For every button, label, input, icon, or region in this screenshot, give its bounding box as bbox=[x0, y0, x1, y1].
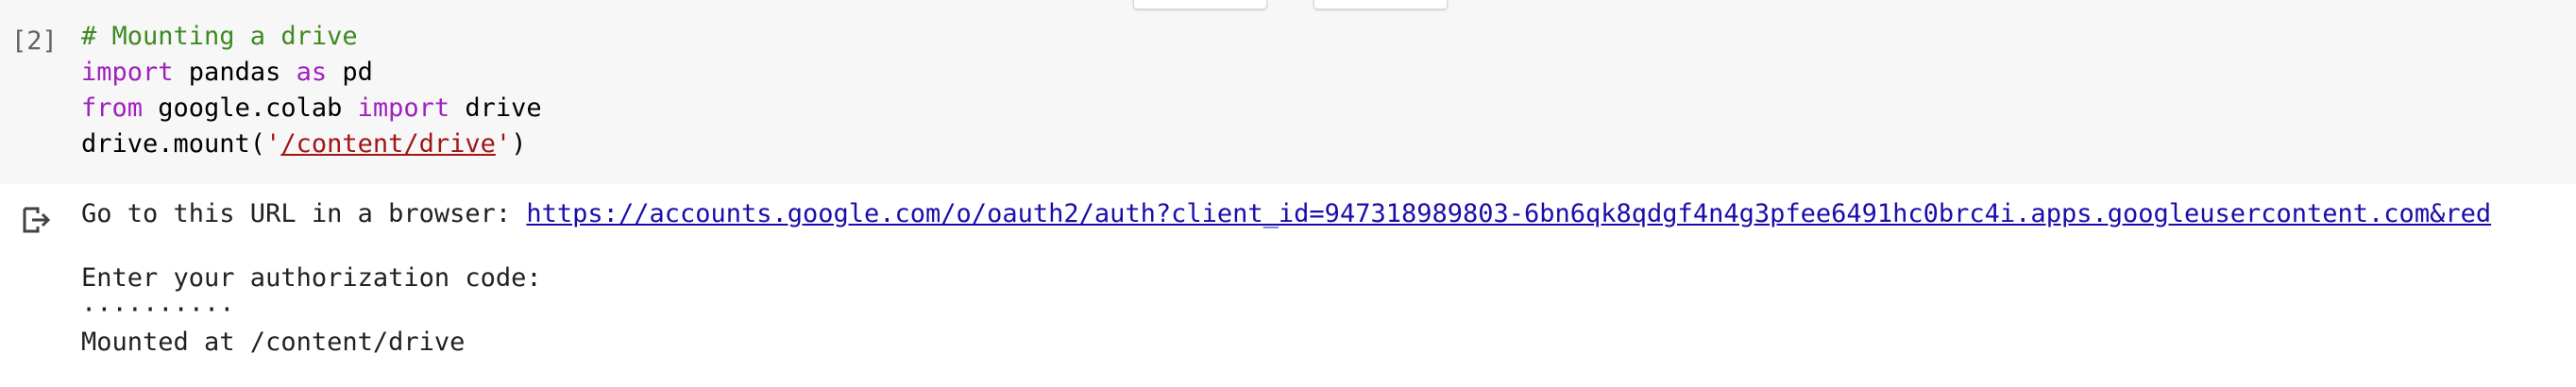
auth-code-input[interactable]: ·········· bbox=[81, 294, 2491, 327]
path-string-token: /content/drive bbox=[280, 129, 496, 159]
code-text: pandas bbox=[173, 58, 297, 87]
code-text: pd bbox=[327, 58, 373, 87]
code-text: drive bbox=[449, 93, 542, 123]
keyword-token: from bbox=[81, 93, 144, 123]
comment-token: # Mounting a drive bbox=[81, 22, 358, 51]
cell-output: Go to this URL in a browser: https://acc… bbox=[81, 198, 2491, 359]
keyword-token: import bbox=[81, 58, 174, 87]
code-line-import-drive: from google.colab import drive bbox=[81, 91, 542, 126]
code-text: drive.mount( bbox=[81, 129, 266, 159]
code-line-comment: # Mounting a drive bbox=[81, 19, 542, 55]
code-line-import-pandas: import pandas as pd bbox=[81, 55, 542, 91]
execution-count: [2] bbox=[11, 26, 58, 56]
auth-url-line: Go to this URL in a browser: https://acc… bbox=[81, 198, 2491, 230]
output-arrow-icon[interactable] bbox=[21, 204, 53, 236]
code-editor[interactable]: # Mounting a drive import pandas as pd fro… bbox=[81, 19, 542, 162]
auth-code-prompt: Enter your authorization code: bbox=[81, 263, 542, 293]
auth-url-link[interactable]: https://accounts.google.com/o/oauth2/aut… bbox=[526, 199, 2491, 228]
string-quote: ' bbox=[265, 129, 281, 159]
code-text: ) bbox=[511, 129, 527, 159]
keyword-token: as bbox=[296, 58, 328, 87]
code-text: google.colab bbox=[143, 93, 358, 123]
keyword-token: import bbox=[357, 93, 450, 123]
cell-toolbar-tab-left[interactable] bbox=[1133, 0, 1267, 9]
output-blank-line bbox=[81, 230, 2491, 262]
url-prompt-label: Go to this URL in a browser: bbox=[81, 199, 527, 228]
code-line-drive-mount: drive.mount('/content/drive') bbox=[81, 126, 542, 162]
string-quote: ' bbox=[495, 129, 512, 159]
mounted-message: Mounted at /content/drive bbox=[81, 328, 466, 357]
cell-toolbar-tab-right[interactable] bbox=[1313, 0, 1448, 9]
code-cell[interactable]: [2] # Mounting a drive import pandas as p… bbox=[0, 0, 2576, 184]
